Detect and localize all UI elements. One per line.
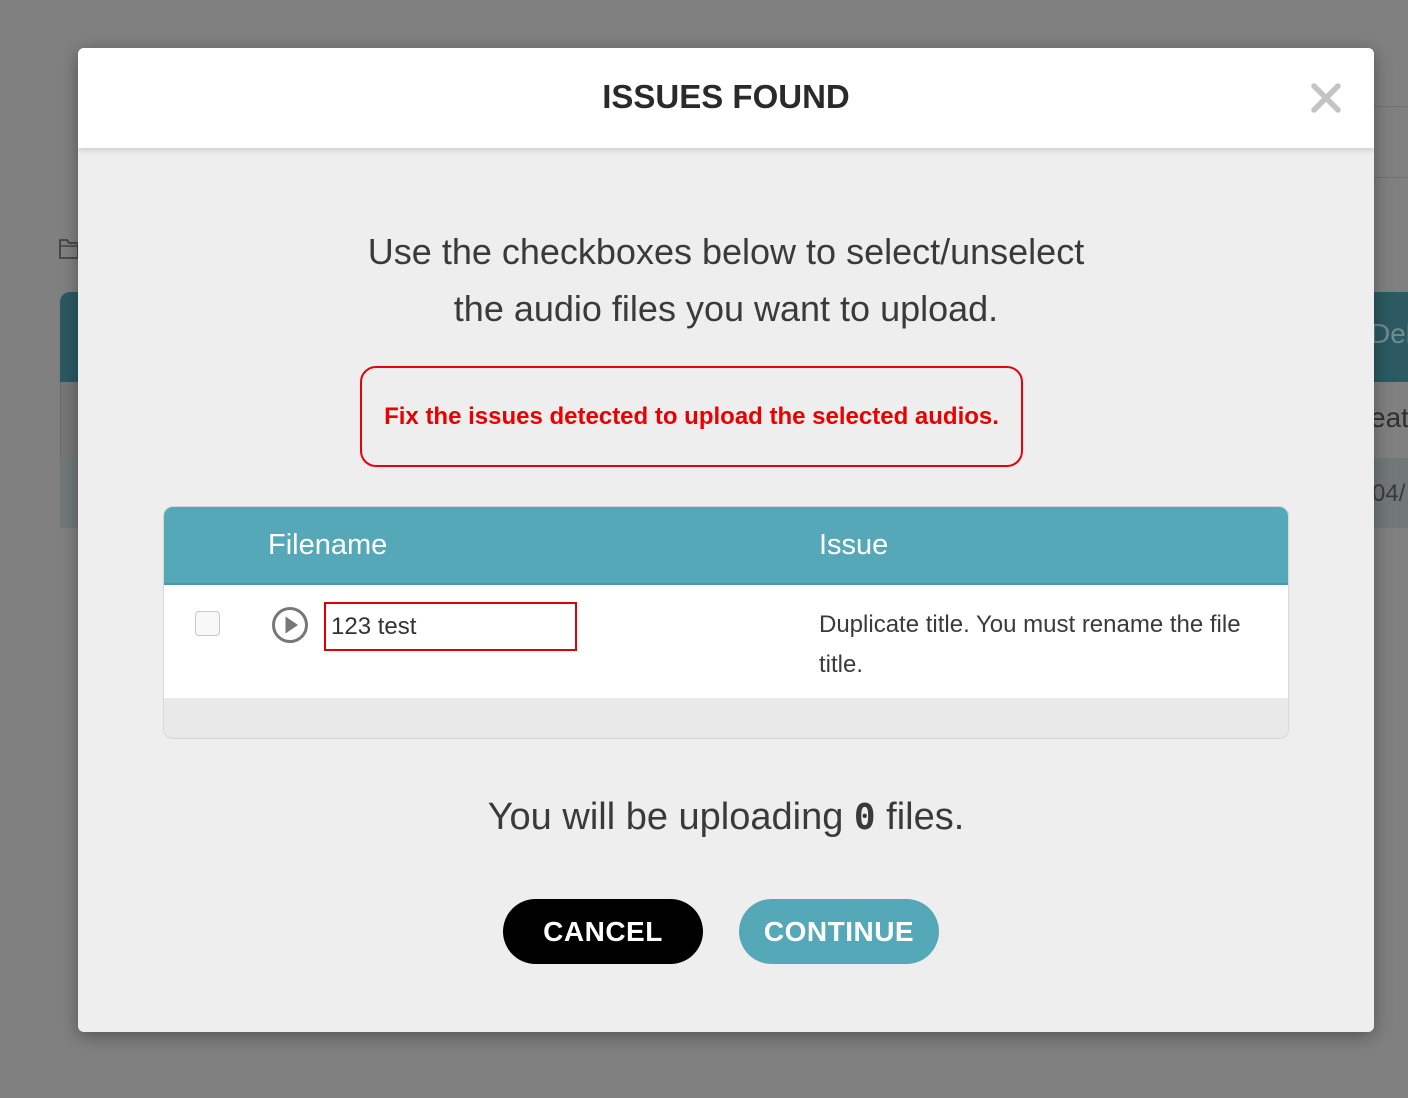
filename-input[interactable] — [324, 602, 577, 651]
background-divider — [1374, 106, 1408, 107]
table-header: Filename Issue — [164, 507, 1288, 585]
background-divider — [1374, 177, 1408, 178]
summary-suffix: files. — [886, 796, 965, 838]
modal-title: ISSUES FOUND — [602, 78, 850, 115]
issue-description: Duplicate title. You must rename the fil… — [819, 611, 1241, 678]
error-message: Fix the issues detected to upload the se… — [384, 402, 999, 430]
close-icon[interactable] — [1304, 76, 1348, 120]
background-row-text: 04/ — [1372, 480, 1406, 507]
background-table-header — [60, 292, 80, 382]
column-header-issue: Issue — [819, 529, 889, 561]
table-row: Duplicate title. You must rename the fil… — [164, 585, 1288, 698]
instructions-line: the audio files you want to upload. — [453, 288, 999, 329]
file-select-checkbox[interactable] — [195, 611, 220, 636]
issues-modal: ISSUES FOUND Use the checkboxes below to… — [78, 48, 1374, 1032]
folder-icon — [58, 234, 79, 262]
error-alert: Fix the issues detected to upload the se… — [360, 366, 1023, 467]
upload-summary: You will be uploading 0 files. — [78, 796, 1374, 839]
background-table-row — [60, 458, 80, 528]
files-table: Filename Issue Duplicate title. You must… — [163, 506, 1289, 739]
modal-header: ISSUES FOUND — [78, 48, 1374, 148]
play-circle-icon[interactable] — [271, 606, 309, 644]
cancel-button[interactable]: CANCEL — [503, 899, 703, 964]
background-row-text: eat — [1370, 402, 1408, 433]
instructions-line: Use the checkboxes below to select/unsel… — [367, 231, 1085, 272]
instructions-text: Use the checkboxes below to select/unsel… — [78, 223, 1374, 337]
column-header-filename: Filename — [268, 529, 388, 561]
background-header-text: Del — [1370, 318, 1408, 349]
summary-count: 0 — [853, 797, 876, 838]
summary-prefix: You will be uploading — [487, 796, 844, 838]
continue-button[interactable]: CONTINUE — [739, 899, 939, 964]
